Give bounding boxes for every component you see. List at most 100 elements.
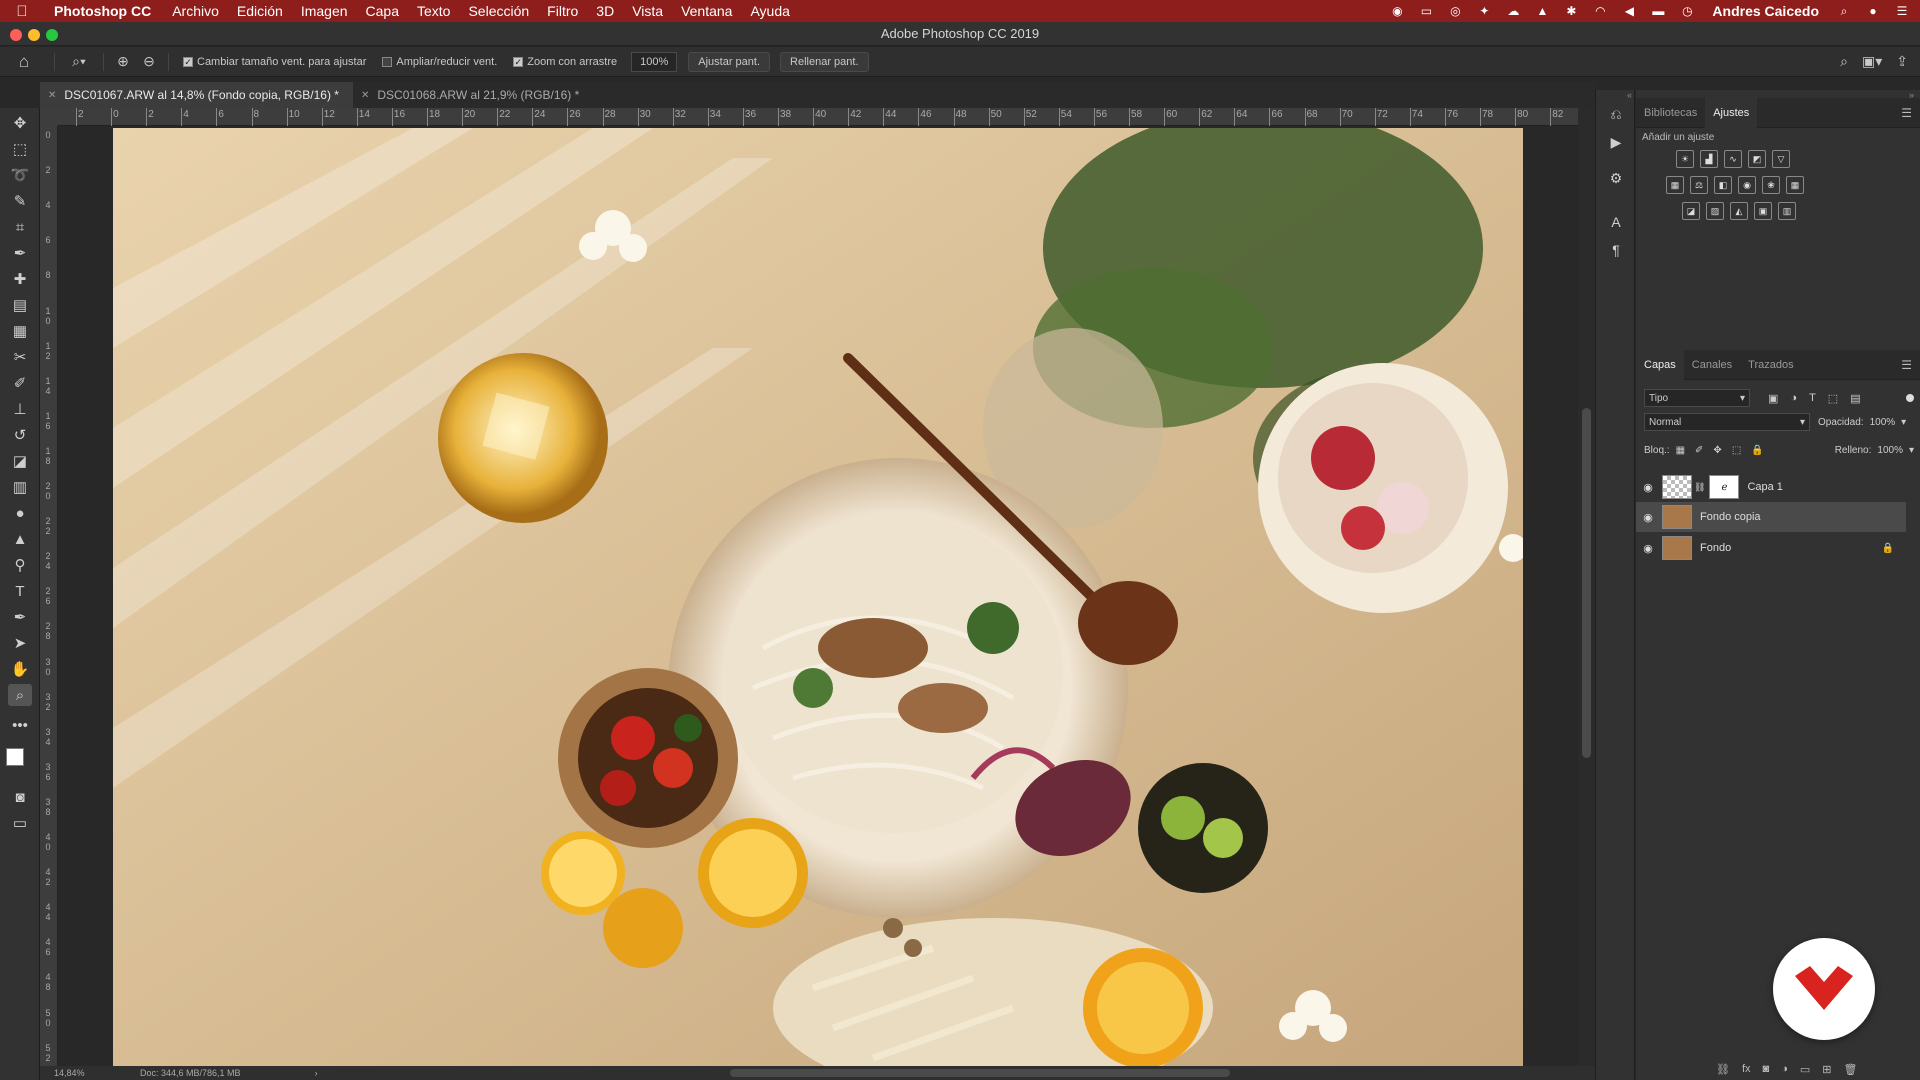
marquee-tool-icon[interactable]: ⬚ bbox=[8, 138, 32, 160]
adjustment-filter-icon[interactable]: ◑ bbox=[1790, 392, 1797, 405]
zoom-in-icon[interactable]: ⊕ bbox=[110, 53, 136, 70]
panel-menu-icon[interactable]: ☰ bbox=[1901, 106, 1912, 120]
spotlight-search-icon[interactable]: ⌕ bbox=[1836, 4, 1852, 18]
menu-texto[interactable]: Texto bbox=[408, 3, 459, 19]
new-layer-icon[interactable]: ⊞ bbox=[1822, 1063, 1831, 1076]
screen-mode-icon[interactable]: ▭ bbox=[8, 812, 32, 834]
vibrance-icon[interactable]: ▽ bbox=[1772, 150, 1790, 168]
close-tab-icon[interactable]: ✕ bbox=[361, 90, 369, 101]
lock-artboard-icon[interactable]: ⬚ bbox=[1732, 445, 1741, 456]
brightness-contrast-icon[interactable]: ☀ bbox=[1676, 150, 1694, 168]
blur-tool-icon[interactable]: ● bbox=[8, 502, 32, 524]
zoom-level-status[interactable]: 14,84% bbox=[40, 1068, 110, 1078]
path-selection-tool-icon[interactable]: ➤ bbox=[8, 632, 32, 654]
selective-color-icon[interactable]: ▣ bbox=[1754, 202, 1772, 220]
tab-capas[interactable]: Capas bbox=[1636, 349, 1684, 380]
more-tools-icon[interactable]: ••• bbox=[8, 714, 32, 736]
airplay-icon[interactable]: ▲ bbox=[1534, 4, 1550, 18]
hand-tool-icon[interactable]: ✋ bbox=[8, 658, 32, 680]
hue-saturation-icon[interactable]: ▦ bbox=[1666, 176, 1684, 194]
wifi-icon[interactable]: ◠ bbox=[1592, 4, 1608, 18]
paragraph-panel-icon[interactable]: ¶ bbox=[1606, 242, 1626, 262]
eraser-tool-icon[interactable]: ◪ bbox=[8, 450, 32, 472]
properties-panel-icon[interactable]: ⚙ bbox=[1606, 170, 1626, 190]
user-name[interactable]: Andres Caicedo bbox=[1712, 3, 1819, 19]
clone-stamp-tool-icon[interactable]: ⊥ bbox=[8, 398, 32, 420]
gradient-tool-icon[interactable]: ▥ bbox=[8, 476, 32, 498]
transform-tool-icon[interactable]: ✂ bbox=[8, 346, 32, 368]
exposure-icon[interactable]: ◩ bbox=[1748, 150, 1766, 168]
horizontal-scrollbar[interactable] bbox=[730, 1069, 1230, 1077]
brush-tool-icon[interactable]: ✐ bbox=[8, 372, 32, 394]
close-window-button[interactable] bbox=[10, 29, 22, 41]
scrubby-zoom-checkbox[interactable]: ✓ Zoom con arrastre bbox=[513, 56, 617, 68]
shape-filter-icon[interactable]: ⬚ bbox=[1828, 392, 1838, 405]
layer-mask-thumbnail[interactable]: ℯ bbox=[1709, 475, 1740, 499]
character-panel-icon[interactable]: A bbox=[1606, 214, 1626, 234]
dodge-tool-icon[interactable]: ▲ bbox=[8, 528, 32, 550]
actions-panel-icon[interactable]: ▶ bbox=[1606, 134, 1626, 154]
tab-bibliotecas[interactable]: Bibliotecas bbox=[1636, 98, 1705, 128]
document-tab-inactive[interactable]: ✕ DSC01068.ARW al 21,9% (RGB/16) * bbox=[353, 82, 593, 108]
smart-object-filter-icon[interactable]: ▤ bbox=[1850, 392, 1860, 405]
zoom-tool-icon[interactable]: ⌕ bbox=[8, 684, 32, 706]
tab-canales[interactable]: Canales bbox=[1684, 350, 1740, 380]
share-icon[interactable]: ⇪ bbox=[1896, 53, 1908, 70]
home-icon[interactable]: ⌂ bbox=[0, 52, 48, 72]
eye-icon[interactable]: ◉ bbox=[1636, 481, 1660, 494]
pen-tool-icon[interactable]: ✒ bbox=[8, 606, 32, 628]
display-icon[interactable]: ▭ bbox=[1418, 4, 1434, 18]
lock-all-icon[interactable]: 🔒 bbox=[1751, 445, 1763, 456]
type-tool-icon[interactable]: T bbox=[8, 580, 32, 602]
layer-filter-select[interactable]: Tipo ▾ bbox=[1644, 389, 1750, 407]
minimize-window-button[interactable] bbox=[28, 29, 40, 41]
creative-cloud-icon[interactable]: ☁ bbox=[1505, 4, 1521, 18]
levels-icon[interactable]: ▟ bbox=[1700, 150, 1718, 168]
food-photo-image[interactable] bbox=[113, 128, 1523, 1066]
lock-image-icon[interactable]: ✐ bbox=[1695, 445, 1703, 456]
collapse-dock-icon[interactable]: « bbox=[1596, 90, 1636, 100]
tray-icon[interactable]: ✦ bbox=[1476, 4, 1492, 18]
fill-screen-button[interactable]: Rellenar pant. bbox=[780, 51, 869, 72]
threshold-icon[interactable]: ◭ bbox=[1730, 202, 1748, 220]
healing-brush-tool-icon[interactable]: ✚ bbox=[8, 268, 32, 290]
add-mask-icon[interactable]: ◙ bbox=[1763, 1063, 1770, 1076]
burn-tool-icon[interactable]: ⚲ bbox=[8, 554, 32, 576]
eyedropper-tool-icon[interactable]: ✒ bbox=[8, 242, 32, 264]
chevron-down-icon[interactable]: ▾ bbox=[1909, 445, 1914, 456]
notification-center-icon[interactable]: ☰ bbox=[1894, 4, 1910, 18]
link-icon[interactable]: ⛓ bbox=[1694, 482, 1705, 493]
photo-filter-icon[interactable]: ◉ bbox=[1738, 176, 1756, 194]
volume-icon[interactable]: ◀ bbox=[1621, 4, 1637, 18]
channel-mixer-icon[interactable]: ❀ bbox=[1762, 176, 1780, 194]
opacity-value[interactable]: 100% bbox=[1870, 417, 1896, 428]
zoom-window-button[interactable] bbox=[46, 29, 58, 41]
quick-mask-icon[interactable]: ◙ bbox=[8, 786, 32, 808]
lock-position-icon[interactable]: ✥ bbox=[1713, 445, 1721, 456]
search-icon[interactable]: ⌕ bbox=[1840, 53, 1848, 70]
color-balance-icon[interactable]: ⚖ bbox=[1690, 176, 1708, 194]
menu-ventana[interactable]: Ventana bbox=[672, 3, 741, 19]
resize-windows-checkbox[interactable]: ✓ Cambiar tamaño vent. para ajustar bbox=[183, 56, 366, 68]
scroll-thumb[interactable] bbox=[1582, 408, 1591, 758]
zoom-out-icon[interactable]: ⊖ bbox=[136, 53, 162, 70]
pixel-filter-icon[interactable]: ▣ bbox=[1768, 392, 1778, 405]
menu-imagen[interactable]: Imagen bbox=[292, 3, 357, 19]
vertical-scrollbar[interactable] bbox=[1578, 108, 1595, 1068]
bluetooth-icon[interactable]: ✱ bbox=[1563, 4, 1579, 18]
menu-vista[interactable]: Vista bbox=[623, 3, 672, 19]
layer-row-fondo[interactable]: ◉ Fondo 🔒 bbox=[1636, 533, 1906, 563]
sync-icon[interactable]: ◎ bbox=[1447, 4, 1463, 18]
tab-trazados[interactable]: Trazados bbox=[1740, 350, 1801, 380]
zoom-all-windows-checkbox[interactable]: Ampliar/reducir vent. bbox=[382, 56, 497, 68]
zoom-percent-field[interactable]: 100% bbox=[631, 51, 678, 72]
zoom-tool-preset-icon[interactable]: ⌕▾ bbox=[61, 53, 97, 70]
workspace-icon[interactable]: ▣▾ bbox=[1862, 53, 1882, 70]
foreground-color-swatch[interactable] bbox=[6, 748, 24, 766]
clock-icon[interactable]: ◷ bbox=[1679, 4, 1695, 18]
move-tool-icon[interactable]: ✥ bbox=[8, 112, 32, 134]
layer-row-fondo-copia[interactable]: ◉ Fondo copia bbox=[1636, 502, 1906, 532]
type-filter-icon[interactable]: T bbox=[1809, 392, 1816, 405]
tab-ajustes[interactable]: Ajustes bbox=[1705, 97, 1758, 128]
content-aware-tool-icon[interactable]: ▦ bbox=[8, 320, 32, 342]
